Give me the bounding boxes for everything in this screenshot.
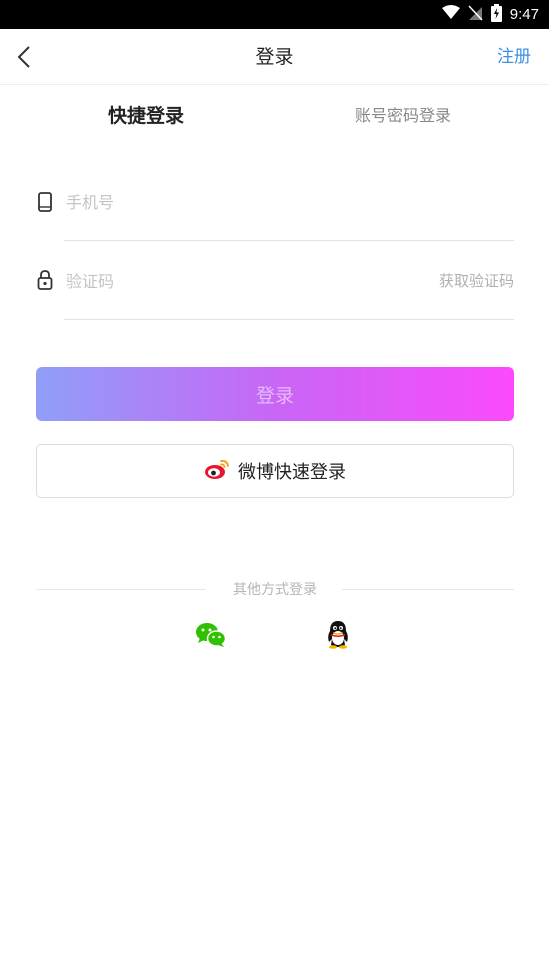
divider-right (342, 589, 514, 590)
tab-password-login[interactable]: 账号密码登录 (323, 96, 483, 136)
qq-icon (328, 621, 348, 649)
qq-login-button[interactable] (321, 618, 355, 652)
wechat-icon (196, 623, 227, 647)
lock-icon (36, 268, 54, 292)
code-field: 获取验证码 (36, 266, 514, 346)
code-input[interactable] (66, 266, 366, 296)
phone-input[interactable] (66, 187, 366, 217)
status-bar: 9:47 (0, 0, 549, 29)
login-button[interactable]: 登录 (36, 367, 514, 421)
code-underline (64, 319, 514, 320)
nav-bar: 登录 注册 (0, 29, 549, 85)
login-button-label: 登录 (255, 384, 294, 407)
no-sim-icon (468, 4, 483, 25)
weibo-login-button[interactable]: 微博快速登录 (36, 444, 514, 498)
wifi-icon (441, 5, 460, 24)
register-link[interactable]: 注册 (497, 29, 531, 85)
phone-field (36, 186, 514, 266)
weibo-icon (204, 458, 230, 484)
tab-quick-login[interactable]: 快捷登录 (66, 96, 226, 136)
clock: 9:47 (509, 6, 539, 23)
battery-icon (490, 3, 502, 26)
status-icons: 9:47 (441, 0, 539, 29)
chevron-left-icon (17, 46, 30, 68)
other-login-divider: 其他方式登录 (36, 578, 514, 602)
phone-underline (64, 240, 514, 241)
other-login-title: 其他方式登录 (233, 582, 317, 598)
phone-icon (36, 190, 54, 214)
back-button[interactable] (10, 41, 38, 73)
wechat-login-button[interactable] (194, 618, 228, 652)
page-title: 登录 (255, 46, 294, 68)
get-code-button[interactable]: 获取验证码 (439, 270, 514, 291)
weibo-login-label: 微博快速登录 (238, 462, 346, 483)
